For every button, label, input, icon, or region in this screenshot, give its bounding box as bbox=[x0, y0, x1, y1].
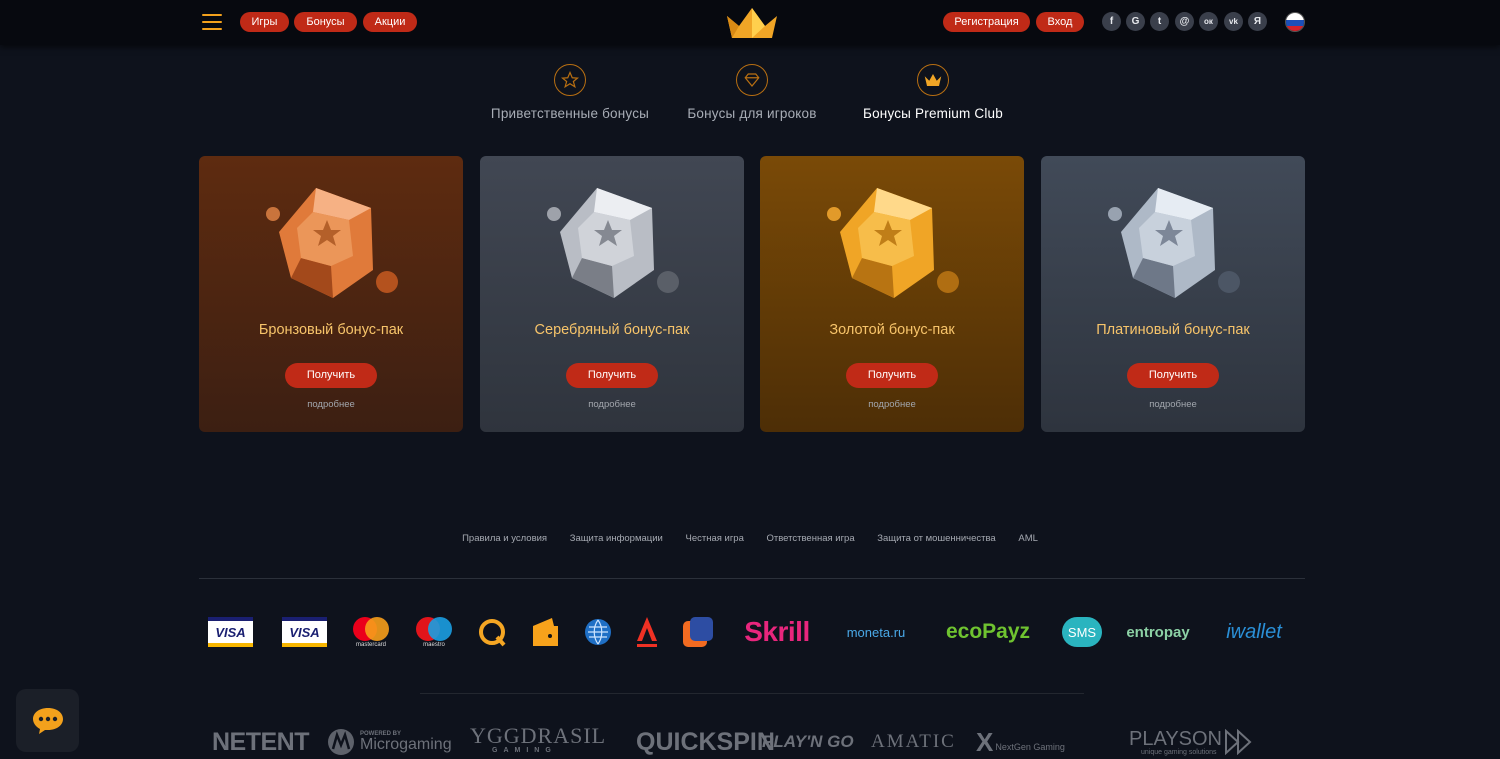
silver-gem-icon bbox=[547, 188, 679, 298]
tab-welcome-bonuses[interactable]: Приветственные бонусы bbox=[470, 64, 670, 121]
top-header: Игры Бонусы Акции Регистрация Вход f G t… bbox=[0, 0, 1500, 45]
footer-link-privacy[interactable]: Защита информации bbox=[570, 533, 663, 544]
get-bonus-button[interactable]: Получить bbox=[846, 363, 938, 388]
yandex-icon[interactable]: Я bbox=[1248, 12, 1267, 31]
bonus-card-bronze: Бронзовый бонус-пак Получить подробнее bbox=[199, 156, 463, 432]
nav-promotions-button[interactable]: Акции bbox=[363, 12, 417, 32]
google-icon[interactable]: G bbox=[1126, 12, 1145, 31]
twitter-icon[interactable]: t bbox=[1150, 12, 1169, 31]
details-link[interactable]: подробнее bbox=[1041, 399, 1305, 410]
bonus-card-platinum: Платиновый бонус-пак Получить подробнее bbox=[1041, 156, 1305, 432]
sms-logo: SMS bbox=[1060, 614, 1104, 650]
platinum-gem-icon bbox=[1108, 188, 1240, 298]
skrill-logo: Skrill bbox=[744, 616, 810, 647]
odnoklassniki-icon[interactable]: ок bbox=[1199, 12, 1218, 31]
tab-premium-club[interactable]: Бонусы Premium Club bbox=[833, 64, 1033, 121]
card-title: Бронзовый бонус-пак bbox=[258, 322, 404, 338]
microgaming-logo: POWERED BY Microgaming bbox=[326, 725, 452, 759]
footer-link-fair-play[interactable]: Честная игра bbox=[685, 533, 743, 544]
card-title: Золотой бонус-пак bbox=[829, 322, 955, 338]
card-title: Серебряный бонус-пак bbox=[534, 322, 690, 338]
qiwi-logo bbox=[476, 614, 508, 650]
nav-bonuses-button[interactable]: Бонусы bbox=[294, 12, 357, 32]
diamond-icon bbox=[736, 64, 768, 96]
register-button[interactable]: Регистрация bbox=[943, 12, 1030, 32]
maestro-logo: maestro bbox=[412, 614, 456, 650]
gold-gem-icon bbox=[827, 188, 959, 298]
menu-icon[interactable] bbox=[202, 14, 222, 30]
bronze-gem-icon bbox=[266, 188, 398, 298]
visa-logo: VISA bbox=[208, 614, 253, 650]
bonus-card-silver: Серебряный бонус-пак Получить подробнее bbox=[480, 156, 744, 432]
login-button[interactable]: Вход bbox=[1036, 12, 1084, 32]
crown-icon bbox=[917, 64, 949, 96]
details-link[interactable]: подробнее bbox=[199, 399, 463, 410]
moneta-logo: moneta.ru bbox=[846, 624, 906, 640]
logo-crown-icon[interactable] bbox=[725, 6, 779, 40]
get-bonus-button[interactable]: Получить bbox=[285, 363, 377, 388]
playson-logo: PLAYSON unique gaming solutions bbox=[1129, 725, 1258, 759]
footer-link-fraud[interactable]: Защита от мошенничества bbox=[877, 533, 995, 544]
yandex-money-logo bbox=[529, 614, 561, 650]
tab-label: Приветственные бонусы bbox=[490, 106, 650, 121]
visa-electron-logo: VISA bbox=[282, 614, 327, 650]
footer-link-responsible[interactable]: Ответственная игра bbox=[767, 533, 855, 544]
iwallet-logo: iwallet bbox=[1226, 620, 1282, 643]
yggdrasil-logo: YGGDRASIL GAMING bbox=[470, 723, 607, 755]
psb-bank-logo bbox=[680, 614, 716, 650]
alfa-bank-logo bbox=[634, 614, 660, 650]
footer-divider bbox=[199, 578, 1305, 579]
star-icon bbox=[554, 64, 586, 96]
nextgen-logo: X NextGen Gaming bbox=[976, 726, 1065, 757]
get-bonus-button[interactable]: Получить bbox=[566, 363, 658, 388]
mailru-icon[interactable]: @ bbox=[1175, 12, 1194, 31]
details-link[interactable]: подробнее bbox=[480, 399, 744, 410]
tab-label: Бонусы для игроков bbox=[687, 106, 817, 121]
footer-link-aml[interactable]: AML bbox=[1018, 533, 1038, 544]
details-link[interactable]: подробнее bbox=[760, 399, 1024, 410]
footer-link-terms[interactable]: Правила и условия bbox=[462, 533, 547, 544]
chat-button[interactable] bbox=[16, 689, 79, 752]
nav-games-button[interactable]: Игры bbox=[240, 12, 289, 32]
netent-logo: NETENT bbox=[212, 727, 310, 756]
ecopayz-logo: ecoPayz bbox=[945, 620, 1031, 643]
facebook-icon[interactable]: f bbox=[1102, 12, 1121, 31]
bonus-card-gold: Золотой бонус-пак Получить подробнее bbox=[760, 156, 1024, 432]
webmoney-logo bbox=[582, 614, 614, 650]
vk-icon[interactable]: vk bbox=[1224, 12, 1243, 31]
playngo-logo: PLAY'N GO bbox=[762, 732, 854, 751]
footer-divider-short bbox=[420, 693, 1084, 694]
tab-player-bonuses[interactable]: Бонусы для игроков bbox=[652, 64, 852, 121]
quickspin-logo: QUICKSPIN bbox=[636, 727, 775, 756]
mastercard-logo: mastercard bbox=[349, 614, 393, 650]
language-flag-icon[interactable] bbox=[1285, 12, 1305, 32]
get-bonus-button[interactable]: Получить bbox=[1127, 363, 1219, 388]
entropay-logo: entropay bbox=[1126, 623, 1190, 641]
amatic-logo: AMATIC bbox=[871, 731, 956, 752]
footer-links: Правила и условия Защита информации Чест… bbox=[0, 533, 1500, 544]
chat-bubble-icon bbox=[32, 707, 63, 734]
tab-label: Бонусы Premium Club bbox=[863, 106, 1003, 121]
card-title: Платиновый бонус-пак bbox=[1096, 322, 1250, 338]
